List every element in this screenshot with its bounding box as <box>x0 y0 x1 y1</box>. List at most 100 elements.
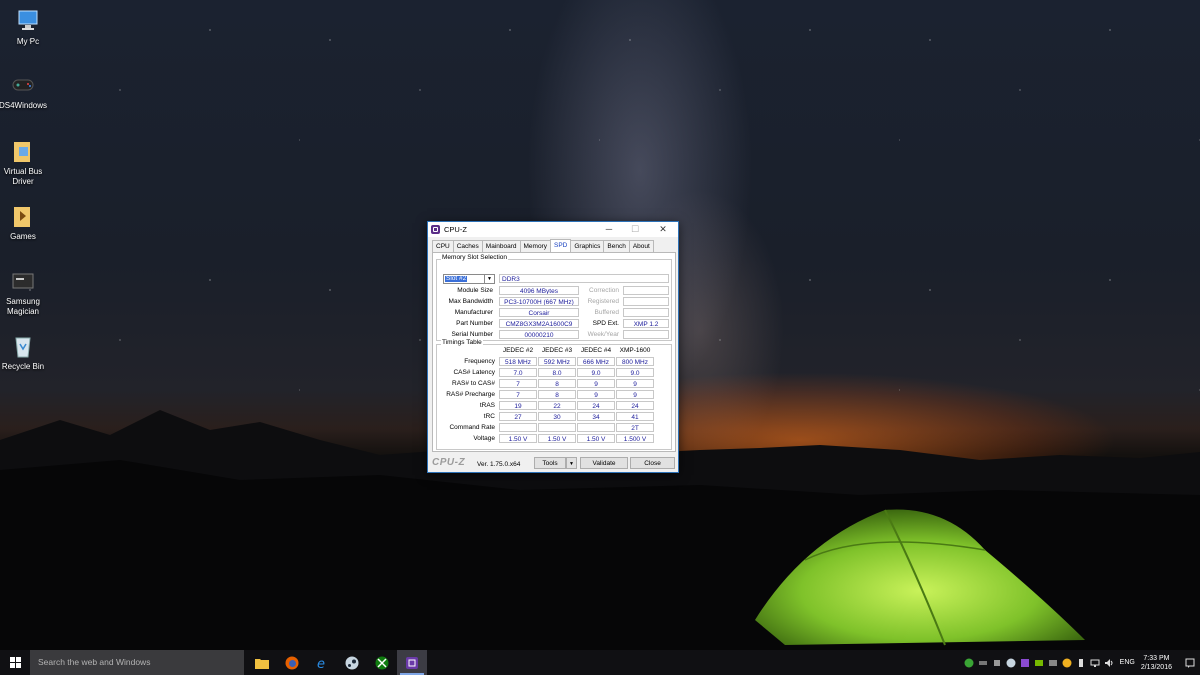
tab-cpu[interactable]: CPU <box>432 240 454 252</box>
group-title: Memory Slot Selection <box>441 254 509 261</box>
timings-cell: 8 <box>538 379 576 388</box>
tab-spd[interactable]: SPD <box>549 239 572 252</box>
timings-column-header: XMP-1600 <box>619 347 651 354</box>
desktop-icon-games[interactable]: Games <box>0 203 51 242</box>
timings-cell: 8.0 <box>538 368 576 377</box>
network-adapter-icon[interactable] <box>1047 657 1059 669</box>
tray-app-icon[interactable] <box>977 657 989 669</box>
timings-cell: 34 <box>577 412 615 421</box>
correction-value <box>623 286 669 295</box>
tab-memory[interactable]: Memory <box>519 240 551 252</box>
tab-caches[interactable]: Caches <box>452 240 483 252</box>
max-bandwidth-value: PC3-10700H (667 MHz) <box>499 297 579 306</box>
tray-app-icon[interactable] <box>1061 657 1073 669</box>
folder-icon <box>14 207 30 227</box>
desktop-icon-label: Recycle Bin <box>1 362 45 371</box>
timings-cell <box>538 423 576 432</box>
timings-cell: 1.500 V <box>616 434 654 443</box>
desktop-icon-samsung-magician[interactable]: Samsung Magician <box>0 268 51 317</box>
buffered-value <box>623 308 669 317</box>
ssd-icon <box>12 273 34 289</box>
timings-cell: 19 <box>499 401 537 410</box>
correction-label: Correction <box>589 287 619 294</box>
timings-cell: 1.50 V <box>577 434 615 443</box>
timings-table-group: Timings Table JEDEC #2 JEDEC #3 JEDEC #4… <box>436 339 672 450</box>
tools-dropdown-button[interactable]: ▼ <box>566 457 577 469</box>
cpu-z-icon <box>406 656 418 669</box>
timings-row-label: CAS# Latency <box>453 369 495 376</box>
close-button[interactable]: Close <box>630 457 675 469</box>
week-year-label: Week/Year <box>587 331 619 338</box>
tab-bench[interactable]: Bench <box>603 240 630 252</box>
timings-cell: 24 <box>577 401 615 410</box>
steam-icon[interactable] <box>1005 657 1017 669</box>
search-box[interactable]: Search the web and Windows <box>30 650 244 675</box>
group-title: Timings Table <box>441 339 483 346</box>
utorrent-icon[interactable] <box>963 657 975 669</box>
timings-cell: 592 MHz <box>538 357 576 366</box>
language-indicator[interactable]: ENG <box>1120 659 1135 666</box>
timings-cell: 22 <box>538 401 576 410</box>
firefox-icon <box>285 656 299 669</box>
nvidia-icon[interactable] <box>1033 657 1045 669</box>
minimize-button[interactable]: ─ <box>596 222 622 237</box>
registered-label: Registered <box>587 298 619 305</box>
version-text: Ver. 1.75.0.x64 <box>477 461 521 468</box>
desktop-icon-ds4windows[interactable]: DS4Windows <box>0 72 51 111</box>
tray-app-icon[interactable] <box>1019 657 1031 669</box>
chevron-down-icon: ▼ <box>569 461 574 467</box>
network-icon[interactable] <box>1089 657 1101 669</box>
spd-panel: Memory Slot Selection Slot #2 ▼ DDR3 Mod… <box>432 252 676 452</box>
tab-graphics[interactable]: Graphics <box>570 240 605 252</box>
start-button[interactable] <box>0 650 30 675</box>
desktop-icon-virtual-bus-driver[interactable]: Virtual Bus Driver <box>0 138 51 187</box>
xbox-icon <box>375 656 389 669</box>
taskbar-xbox[interactable] <box>367 650 397 675</box>
tray-app-icon[interactable] <box>991 657 1003 669</box>
usb-icon[interactable] <box>1075 657 1087 669</box>
tab-mainboard[interactable]: Mainboard <box>481 240 521 252</box>
taskbar-firefox[interactable] <box>277 650 307 675</box>
timings-cell: 800 MHz <box>616 357 654 366</box>
clock[interactable]: 7:33 PM 2/13/2016 <box>1141 654 1172 672</box>
timings-row-label: Voltage <box>473 435 495 442</box>
timings-row-label: RAS# to CAS# <box>452 380 495 387</box>
steam-icon <box>345 656 359 669</box>
title-bar[interactable]: CPU-Z ─ ☐ ✕ <box>428 222 678 237</box>
glowing-tent <box>755 509 1085 646</box>
slot-select[interactable]: Slot #2 ▼ <box>443 274 495 284</box>
timings-column-header: JEDEC #4 <box>580 347 612 354</box>
volume-icon[interactable] <box>1103 657 1115 669</box>
desktop-icon-label: My Pc <box>16 37 40 46</box>
desktop-icon-recycle-bin[interactable]: Recycle Bin <box>0 333 51 372</box>
module-size-label: Module Size <box>457 287 493 294</box>
taskbar-internet-explorer[interactable]: e <box>307 650 337 675</box>
desktop-icon-my-pc[interactable]: My Pc <box>0 8 56 47</box>
module-size-value: 4096 MBytes <box>499 286 579 295</box>
desktop-icon-label: Virtual Bus Driver <box>3 167 43 186</box>
tools-button[interactable]: Tools <box>534 457 566 469</box>
slot-select-value: Slot #2 <box>445 275 468 282</box>
gamepad-icon <box>12 79 34 91</box>
timings-cell: 518 MHz <box>499 357 537 366</box>
timings-column-header: JEDEC #3 <box>541 347 573 354</box>
taskbar-steam[interactable] <box>337 650 367 675</box>
clock-date: 2/13/2016 <box>1140 663 1172 671</box>
chevron-down-icon[interactable]: ▼ <box>484 275 494 283</box>
cpu-z-window[interactable]: CPU-Z ─ ☐ ✕ CPU Caches Mainboard Memory … <box>427 221 679 473</box>
file-explorer-icon <box>255 658 269 669</box>
system-tray: ENG 7:33 PM 2/13/2016 <box>962 650 1200 675</box>
tab-strip: CPU Caches Mainboard Memory SPD Graphics… <box>432 239 654 252</box>
close-window-button[interactable]: ✕ <box>650 222 676 237</box>
maximize-button[interactable]: ☐ <box>622 222 648 237</box>
svg-text:e: e <box>317 657 325 670</box>
taskbar-cpu-z[interactable] <box>397 650 427 675</box>
taskbar-file-explorer[interactable] <box>247 650 277 675</box>
part-number-value: CMZ8GX3M2A1600C9 <box>499 319 579 328</box>
validate-button[interactable]: Validate <box>580 457 628 469</box>
timings-cell: 7 <box>499 379 537 388</box>
tab-about[interactable]: About <box>628 240 654 252</box>
action-center-button[interactable] <box>1180 650 1200 675</box>
cpu-z-logo: CPU-Z <box>432 457 466 468</box>
week-year-value <box>623 330 669 339</box>
